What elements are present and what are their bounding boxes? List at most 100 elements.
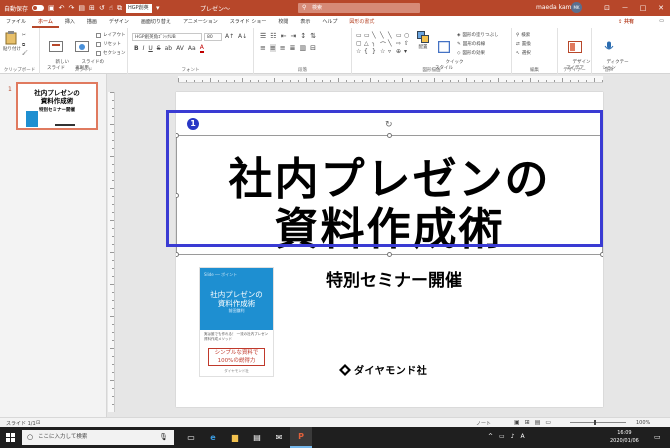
paste-button[interactable]: 貼り付け [3, 31, 21, 52]
store-icon[interactable]: ▤ [246, 427, 268, 448]
taskbar-search-box[interactable]: ○ ここに入力して検索 🎙 [22, 430, 174, 445]
notes-button[interactable]: ノート [476, 420, 491, 427]
resize-handle[interactable] [176, 133, 179, 138]
tab-shape-format[interactable]: 図形の書式 [343, 16, 380, 28]
zoom-slider-thumb[interactable] [594, 420, 596, 425]
windows-start-icon[interactable] [6, 433, 15, 442]
resize-handle[interactable] [600, 133, 603, 138]
qat-font-combo[interactable]: HGP創英 [126, 3, 153, 13]
restore-button[interactable]: □ [634, 0, 652, 16]
save-icon[interactable]: ▣ [48, 4, 55, 12]
tab-home[interactable]: ホーム [32, 16, 59, 28]
grow-font-icon[interactable]: A↑ [225, 33, 234, 40]
rotate-handle-icon[interactable]: ↻ [385, 120, 393, 130]
italic-button[interactable]: I [143, 45, 145, 53]
microphone-icon[interactable]: 🎙 [159, 430, 168, 445]
copy-icon[interactable]: ⧉ [22, 42, 25, 48]
edge-browser-icon[interactable]: e [202, 427, 224, 448]
reset-button[interactable]: リセット [96, 41, 121, 47]
close-button[interactable]: ✕ [652, 0, 670, 16]
reading-view-icon[interactable]: ▤ [535, 419, 541, 426]
format-painter-icon[interactable]: 🖌 [22, 51, 28, 56]
shadow-button[interactable]: ab [165, 45, 173, 53]
ribbon-display-icon[interactable]: ⊡ [598, 0, 616, 16]
decrease-indent-icon[interactable]: ⇤ [281, 32, 287, 40]
volume-icon[interactable]: ♪ [511, 433, 515, 440]
font-name-combo[interactable]: HGP創英角ｺﾞｼｯｸUB [132, 33, 202, 41]
accessibility-icon[interactable]: ⊡ [36, 420, 40, 426]
arrange-button[interactable]: 配置 [414, 31, 432, 50]
shape-outline-button[interactable]: ✎ 図形の枠線 [457, 41, 485, 48]
format-icon[interactable]: ⧉ [117, 4, 122, 12]
slideshow-view-icon[interactable]: ▭ [545, 419, 551, 426]
minimize-button[interactable]: － [616, 0, 634, 16]
chevron-down-icon[interactable]: ▾ [156, 4, 160, 12]
find-button[interactable]: ⚲ 検索 [516, 32, 530, 39]
tray-overflow-icon[interactable]: ^ [488, 433, 493, 440]
align-left-icon[interactable]: ≡ [260, 44, 266, 52]
tab-design[interactable]: デザイン [103, 16, 135, 28]
char-spacing-button[interactable]: AV [176, 45, 184, 53]
title-search-box[interactable]: ⚲ 検索 [298, 3, 420, 13]
replace-button[interactable]: ⇄ 置換 [516, 41, 531, 48]
shrink-font-icon[interactable]: A↓ [238, 33, 247, 40]
zoom-slider[interactable] [570, 422, 626, 423]
tab-help[interactable]: ヘルプ [316, 16, 343, 28]
columns-icon[interactable]: ▥ [300, 44, 307, 52]
resize-handle[interactable] [387, 133, 392, 138]
notification-icon[interactable]: ▭ [654, 433, 661, 441]
slide-subtitle[interactable]: 特別セミナー開催 [294, 270, 494, 292]
powerpoint-app-icon[interactable]: P [290, 427, 312, 448]
shape-effects-button[interactable]: ◇ 図形の効果 [457, 50, 485, 57]
layout-button[interactable]: レイアウト [96, 32, 126, 38]
undo-icon[interactable]: ↶ [59, 4, 65, 12]
tab-review[interactable]: 校閲 [272, 16, 294, 28]
book-cover-image[interactable]: Slide ── ポイント 社内プレゼンの 資料作成術 前田鎌利 実は誰でも作れ… [199, 267, 274, 377]
align-text-icon[interactable]: ⊟ [310, 44, 316, 52]
touch-icon[interactable]: ☝ [109, 4, 113, 12]
shapes-gallery[interactable]: ▭ ▭ ╲ ╲ ╲ ▭ ○ ▢ △ ╮ ⌒ ╲ ⇨ ⇧ ☆{} ☆ ▿ ⊕ ▾ [356, 32, 412, 56]
shape-fill-button[interactable]: ◈ 図形の塗りつぶし [457, 32, 499, 39]
reset-icon[interactable]: ↺ [99, 4, 105, 12]
slide-thumbnail-1[interactable]: 社内プレゼンの 資料作成術 特別セミナー開催 [16, 82, 98, 130]
sorter-view-icon[interactable]: ⊞ [525, 419, 530, 426]
underline-button[interactable]: U [148, 45, 152, 53]
ime-icon[interactable]: A [521, 433, 525, 440]
taskbar-clock[interactable]: 16:09 2020/01/06 [610, 429, 639, 445]
bullets-icon[interactable]: ☰ [260, 32, 266, 40]
numbering-icon[interactable]: ☷ [270, 32, 276, 40]
slide-canvas[interactable]: ↻ 1 社内プレゼンの 資料作成術 特別セミナー開催 Slide ── ポイント… [176, 92, 603, 407]
share-button[interactable]: ⇪ 共有 [618, 18, 634, 25]
tab-insert[interactable]: 挿入 [59, 16, 81, 28]
avatar[interactable]: MK [571, 2, 582, 13]
change-case-button[interactable]: Aa [188, 45, 196, 53]
tab-transitions[interactable]: 画面切り替え [135, 16, 177, 28]
start-slideshow-icon[interactable]: ▤ [78, 4, 85, 12]
text-direction-icon[interactable]: ⇅ [310, 32, 316, 40]
zoom-level[interactable]: 100% [636, 420, 650, 426]
strikethrough-button[interactable]: S [157, 45, 161, 53]
justify-icon[interactable]: ≣ [290, 44, 296, 52]
mail-icon[interactable]: ✉ [268, 427, 290, 448]
file-explorer-icon[interactable]: ▆ [224, 427, 246, 448]
line-spacing-icon[interactable]: ↕ [300, 32, 306, 40]
font-size-combo[interactable]: 80 [204, 33, 222, 41]
tab-draw[interactable]: 描画 [81, 16, 103, 28]
normal-view-icon[interactable]: ▣ [514, 419, 520, 426]
increase-indent-icon[interactable]: ⇥ [290, 32, 296, 40]
autosave-toggle[interactable] [32, 5, 45, 11]
comment-button[interactable]: ▭ [659, 18, 664, 24]
task-view-icon[interactable]: ▭ [180, 427, 202, 448]
font-color-button[interactable]: A [199, 45, 204, 53]
tab-file[interactable]: ファイル [0, 16, 32, 28]
tab-slideshow[interactable]: スライド ショー [224, 16, 273, 28]
cut-icon[interactable]: ✂ [22, 33, 26, 38]
redo-icon[interactable]: ↷ [69, 4, 75, 12]
network-icon[interactable]: ▭ [499, 433, 505, 440]
align-center-icon[interactable]: ≡ [269, 44, 276, 52]
grid-icon[interactable]: ⊞ [89, 4, 95, 12]
tab-animations[interactable]: アニメーション [177, 16, 224, 28]
align-right-icon[interactable]: ≡ [280, 44, 286, 52]
select-button[interactable]: ↖ 選択 [516, 50, 531, 57]
bold-button[interactable]: B [134, 45, 139, 53]
